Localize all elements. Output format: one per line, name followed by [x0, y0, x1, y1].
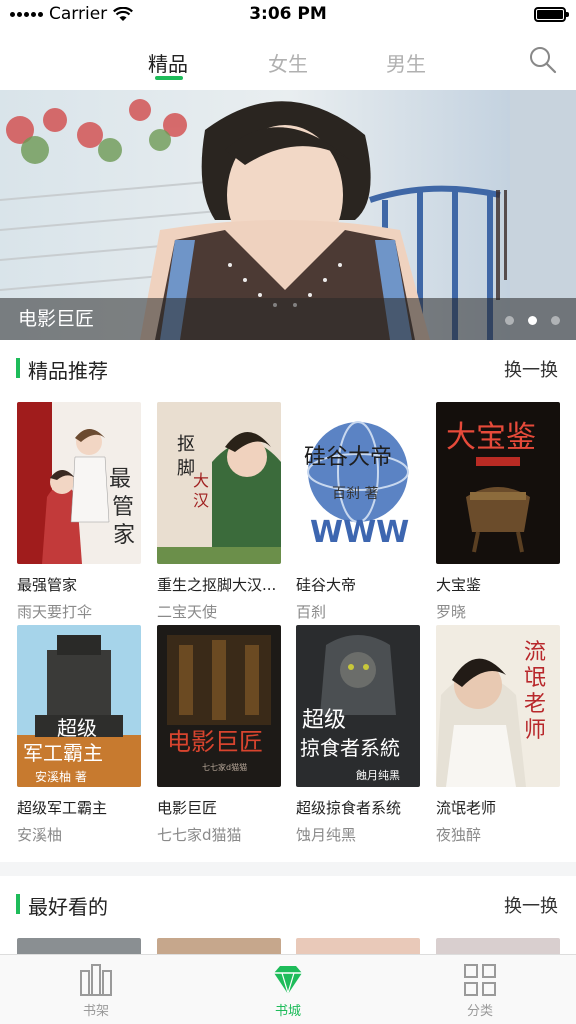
carousel-dots — [505, 316, 560, 325]
book-card[interactable]: 大宝鉴 大宝鉴 罗晓 — [436, 402, 560, 622]
carousel-dot-active[interactable] — [528, 316, 537, 325]
svg-text:师: 师 — [524, 718, 546, 743]
book-title: 大宝鉴 — [436, 576, 482, 594]
book-cover: 抠 脚 大 汉 — [157, 402, 281, 564]
book-cover: 流 氓 老 师 — [436, 625, 560, 787]
svg-text:掠食者系統: 掠食者系統 — [300, 736, 400, 760]
book-card[interactable]: 流 氓 老 师 流氓老师 夜独醉 — [436, 625, 560, 845]
book-author: 罗晓 — [436, 603, 467, 621]
book-card[interactable]: 电影巨匠 七七家d猫猫 电影巨匠 七七家d猫猫 — [157, 625, 281, 845]
diamond-icon — [274, 966, 302, 996]
svg-text:大: 大 — [193, 471, 209, 490]
book-title: 重生之抠脚大汉... — [157, 576, 277, 594]
book-card[interactable]: 超级 掠食者系統 蝕月纯黑 超级掠食者系统 蚀月纯黑 — [296, 625, 420, 845]
book-author: 七七家d猫猫 — [157, 826, 242, 844]
book-author: 安溪柚 — [17, 826, 63, 844]
book-author: 百刹 — [296, 603, 327, 621]
active-tab-indicator — [155, 76, 183, 80]
svg-text:氓: 氓 — [524, 666, 546, 691]
svg-text:汉: 汉 — [193, 491, 209, 510]
book-card[interactable]: 硅谷大帝 百刹 著 WWW 硅谷大帝 百刹 — [296, 402, 420, 622]
svg-text:老: 老 — [524, 692, 546, 717]
tab-category[interactable]: 分类 — [435, 963, 525, 1019]
book-card[interactable]: 超级 军工霸主 安溪柚 著 超级军工霸主 安溪柚 — [17, 625, 141, 845]
svg-text:抠: 抠 — [177, 434, 195, 455]
tab-male[interactable]: 男生 — [386, 48, 426, 77]
top-tab-bar: 精品 女生 男生 — [0, 40, 576, 84]
book-title: 硅谷大帝 — [296, 576, 357, 594]
svg-text:硅谷大帝: 硅谷大帝 — [304, 445, 392, 470]
tab-bookshelf[interactable]: 书架 — [51, 963, 141, 1019]
tab-featured[interactable]: 精品 — [148, 48, 188, 77]
tab-label: 书城 — [274, 1004, 301, 1019]
clock: 3:06 PM — [249, 4, 327, 24]
bookshelf-icon — [80, 964, 112, 996]
svg-text:蝕月纯黑: 蝕月纯黑 — [356, 768, 400, 782]
refresh-button[interactable]: 换一换 — [504, 356, 558, 382]
book-author: 雨天要打伞 — [17, 603, 93, 621]
search-icon[interactable] — [528, 45, 558, 75]
book-title: 流氓老师 — [436, 799, 497, 817]
book-title: 电影巨匠 — [157, 799, 218, 817]
svg-text:WWW: WWW — [310, 515, 409, 550]
svg-text:超级: 超级 — [57, 716, 97, 740]
carousel-dot[interactable] — [505, 316, 514, 325]
svg-text:军工霸主: 军工霸主 — [23, 741, 103, 765]
section-accent-bar — [16, 358, 20, 378]
bottom-tab-bar: 书架 书城 分类 — [0, 954, 576, 1024]
book-card[interactable]: 抠 脚 大 汉 重生之抠脚大汉... 二宝天使 — [157, 402, 281, 622]
bookstore-screen: { "status_bar": { "carrier": "Carrier", … — [0, 0, 576, 1024]
section-accent-bar — [16, 894, 20, 914]
book-cover: 电影巨匠 七七家d猫猫 — [157, 625, 281, 787]
svg-text:大宝鉴: 大宝鉴 — [446, 420, 536, 455]
tab-female[interactable]: 女生 — [268, 48, 308, 77]
svg-text:七七家d猫猫: 七七家d猫猫 — [202, 762, 247, 772]
svg-text:家: 家 — [113, 523, 135, 548]
svg-text:流: 流 — [524, 640, 546, 665]
svg-text:管: 管 — [112, 495, 134, 520]
book-author: 夜独醉 — [436, 826, 482, 844]
svg-text:最: 最 — [109, 467, 131, 492]
svg-text:超级: 超级 — [302, 708, 346, 733]
refresh-button[interactable]: 换一换 — [504, 892, 558, 918]
book-author: 二宝天使 — [157, 603, 218, 621]
section-header-best: 最好看的 换一换 — [0, 884, 576, 924]
book-title: 超级掠食者系统 — [296, 799, 402, 817]
section-title: 精品推荐 — [28, 359, 108, 383]
carousel-dot[interactable] — [551, 316, 560, 325]
tab-bookstore[interactable]: 书城 — [243, 963, 333, 1019]
book-author: 蚀月纯黑 — [296, 826, 357, 844]
tab-label: 分类 — [466, 1004, 493, 1019]
svg-text:电影巨匠: 电影巨匠 — [167, 728, 263, 756]
banner-carousel[interactable]: 电影巨匠 — [0, 90, 576, 340]
battery-icon — [534, 7, 569, 22]
section-divider — [0, 862, 576, 876]
section-title: 最好看的 — [28, 895, 108, 919]
svg-text:百刹 著: 百刹 著 — [332, 486, 378, 502]
book-cover: 超级 军工霸主 安溪柚 著 — [17, 625, 141, 787]
book-title: 最强管家 — [17, 576, 78, 594]
book-title: 超级军工霸主 — [17, 799, 108, 817]
book-cover: 超级 掠食者系統 蝕月纯黑 — [296, 625, 420, 787]
book-cover: 硅谷大帝 百刹 著 WWW — [296, 402, 420, 564]
book-card[interactable]: 最 管 家 最强管家 雨天要打伞 — [17, 402, 141, 622]
status-bar: Carrier 3:06 PM — [0, 0, 576, 30]
svg-text:安溪柚 著: 安溪柚 著 — [35, 769, 87, 784]
grid-icon — [464, 964, 496, 996]
tab-label: 书架 — [82, 1004, 109, 1019]
book-cover: 大宝鉴 — [436, 402, 560, 564]
book-cover: 最 管 家 — [17, 402, 141, 564]
section-header-recommended: 精品推荐 换一换 — [0, 348, 576, 388]
banner-caption: 电影巨匠 — [0, 298, 576, 340]
